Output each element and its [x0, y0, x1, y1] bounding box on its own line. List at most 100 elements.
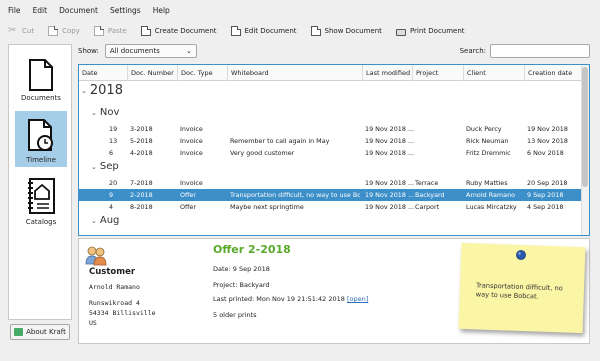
group-month-sep[interactable]: ⌄ Sep	[91, 161, 119, 172]
cell-creation-date: 4 Sep 2018	[527, 203, 564, 211]
sidebar-item-catalogs[interactable]: Catalogs	[15, 173, 67, 229]
scrollbar-thumb[interactable]	[582, 67, 588, 187]
group-month-label: Sep	[99, 161, 119, 172]
paste-icon	[93, 26, 104, 36]
table-row[interactable]: 4 8-2018 Offer Maybe next springtime 19 …	[79, 201, 581, 213]
column-date[interactable]: Date	[79, 65, 98, 81]
pushpin-icon	[516, 250, 526, 260]
show-label: Show:	[78, 47, 99, 55]
menu-bar: File Edit Document Settings Help	[0, 0, 600, 20]
menu-file[interactable]: File	[8, 6, 21, 15]
sidebar-item-documents[interactable]: Documents	[15, 49, 67, 105]
paste-label: Paste	[107, 27, 127, 35]
show-document-label: Show Document	[324, 27, 382, 35]
edit-document-button[interactable]: Edit Document	[230, 26, 297, 36]
open-print-link[interactable]: [open]	[347, 295, 368, 303]
table-row[interactable]: 19 3-2018 Invoice 19 Nov 2018 ... Duck P…	[79, 123, 581, 135]
cell-creation-date: 19 Nov 2018	[527, 125, 568, 133]
show-select[interactable]: All documents ⌄	[104, 44, 197, 58]
cell-whiteboard: Very good customer	[230, 149, 295, 157]
create-document-button[interactable]: Create Document	[140, 26, 217, 36]
document-icon	[29, 59, 53, 91]
column-creation-date[interactable]: Creation date	[524, 65, 572, 81]
cell-last-modified: 19 Nov 2018 ...	[365, 137, 415, 145]
cell-client: Rick Neuman	[466, 137, 509, 145]
cell-doc-number: 3-2018	[130, 125, 153, 133]
group-month-aug[interactable]: ⌄ Aug	[91, 215, 119, 226]
table-row[interactable]: 20 7-2018 Invoice 19 Nov 2018 ... Terrac…	[79, 177, 581, 189]
chevron-down-icon: ⌄	[91, 162, 97, 171]
cell-doc-type: Offer	[180, 203, 196, 211]
chevron-down-icon: ⌄	[81, 86, 87, 95]
menu-settings[interactable]: Settings	[110, 6, 141, 15]
cell-doc-type: Invoice	[180, 125, 203, 133]
cell-doc-type: Invoice	[180, 137, 203, 145]
group-year[interactable]: ⌄ 2018	[81, 83, 123, 98]
paste-button[interactable]: Paste	[93, 26, 127, 36]
copy-label: Copy	[62, 27, 80, 35]
toolbar: ✂ Cut Copy Paste Create Document Edit Do…	[0, 22, 600, 40]
cell-doc-number: 4-2018	[130, 149, 153, 157]
timeline-icon	[28, 119, 53, 151]
scissors-icon: ✂	[8, 25, 17, 36]
cell-doc-type: Invoice	[180, 179, 203, 187]
menu-edit[interactable]: Edit	[33, 6, 48, 15]
cell-client: Fritz Dremmic	[466, 149, 511, 157]
group-month-label: Nov	[99, 107, 120, 118]
cell-date: 9	[109, 191, 114, 199]
search-box: Search:	[460, 44, 590, 58]
chevron-down-icon: ⌄	[186, 47, 192, 55]
cut-label: Cut	[22, 27, 35, 35]
cell-project: Backyard	[415, 191, 445, 199]
cell-whiteboard: Transportation difficult, no way to use …	[230, 191, 360, 199]
column-doc-number[interactable]: Doc. Number	[127, 65, 174, 81]
print-document-button[interactable]: Print Document	[395, 27, 465, 36]
search-input[interactable]	[490, 44, 590, 58]
edit-document-icon	[230, 26, 241, 36]
group-month-label: Aug	[99, 215, 120, 226]
cell-creation-date: 20 Sep 2018	[527, 179, 568, 187]
cell-last-modified: 19 Nov 2018 ...	[365, 149, 415, 157]
column-doc-type[interactable]: Doc. Type	[177, 65, 213, 81]
table-row[interactable]: 6 4-2018 Invoice Very good customer 19 N…	[79, 147, 581, 159]
column-project[interactable]: Project	[412, 65, 438, 81]
column-last-modified[interactable]: Last modified	[362, 65, 410, 81]
vertical-scrollbar[interactable]	[581, 65, 589, 235]
cell-creation-date: 13 Nov 2018	[527, 137, 568, 145]
cell-date: 13	[109, 137, 118, 145]
chevron-down-icon: ⌄	[91, 108, 97, 117]
catalog-icon	[28, 178, 55, 214]
last-printed-text: Last printed: Mon Nov 19 21:51:42 2018	[213, 295, 345, 303]
customer-address-line3: US	[89, 319, 97, 327]
cell-whiteboard	[230, 177, 360, 189]
menu-help[interactable]: Help	[153, 6, 170, 15]
document-date: Date: 9 Sep 2018	[213, 265, 270, 273]
cell-last-modified: 19 Nov 2018 ...	[365, 125, 415, 133]
cell-doc-number: 7-2018	[130, 179, 153, 187]
sidebar-item-timeline[interactable]: Timeline	[15, 111, 67, 167]
kraft-logo-icon	[14, 328, 24, 336]
edit-document-label: Edit Document	[244, 27, 297, 35]
cell-client: Ruby Matties	[466, 179, 508, 187]
search-label: Search:	[459, 47, 486, 55]
table-row[interactable]: 13 5-2018 Invoice Remember to call again…	[79, 135, 581, 147]
group-year-label: 2018	[89, 83, 123, 98]
column-client[interactable]: Client	[463, 65, 486, 81]
cell-date: 20	[109, 179, 118, 187]
copy-button[interactable]: Copy	[48, 26, 80, 36]
about-label: About Kraft	[26, 328, 66, 336]
cut-button[interactable]: ✂ Cut	[8, 26, 34, 36]
column-whiteboard[interactable]: Whiteboard	[227, 65, 269, 81]
cell-last-modified: 19 Nov 2018 ...	[365, 191, 415, 199]
cell-date: 19	[109, 125, 118, 133]
show-document-button[interactable]: Show Document	[310, 26, 382, 36]
menu-document[interactable]: Document	[59, 6, 98, 15]
group-month-nov[interactable]: ⌄ Nov	[91, 107, 119, 118]
about-button[interactable]: About Kraft	[10, 324, 70, 340]
cell-client: Arnold Ramano	[466, 191, 516, 199]
cell-doc-number: 5-2018	[130, 137, 153, 145]
cell-whiteboard: Remember to call again in May	[230, 137, 330, 145]
filter-bar: Show: All documents ⌄ Search:	[78, 44, 590, 58]
sidebar-item-label: Catalogs	[25, 218, 57, 226]
table-row-selected[interactable]: 9 2-2018 Offer Transportation difficult,…	[79, 189, 581, 201]
